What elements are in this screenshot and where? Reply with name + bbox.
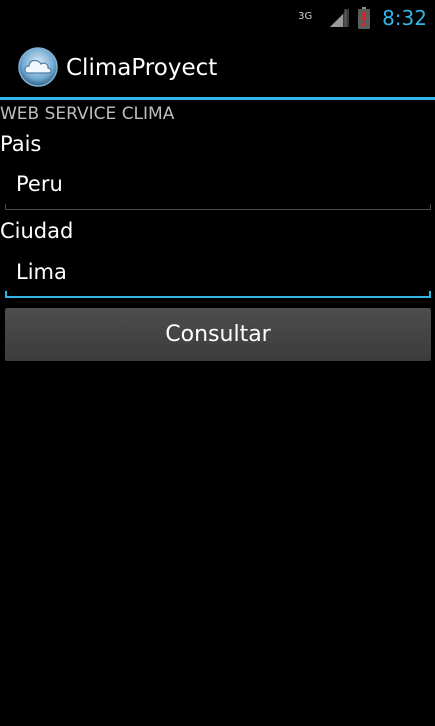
pais-input-edge-left: [5, 204, 6, 210]
battery-alert-icon: [358, 7, 371, 29]
ciudad-label: Ciudad: [0, 219, 74, 243]
ciudad-input-underline: [5, 296, 431, 298]
signal-indicator: 3G: [298, 6, 350, 30]
app-title: ClimaProyect: [66, 55, 218, 81]
action-bar-divider: [0, 97, 435, 100]
consultar-button[interactable]: Consultar: [5, 308, 431, 361]
ciudad-input[interactable]: Lima: [5, 254, 431, 298]
ciudad-input-edge-left: [5, 291, 7, 298]
ciudad-input-value[interactable]: Lima: [16, 260, 67, 284]
pais-input-edge-right: [430, 204, 431, 210]
pais-label: Pais: [0, 132, 42, 156]
status-clock: 8:32: [382, 6, 427, 30]
network-type-label: 3G: [298, 11, 313, 22]
pais-input-underline: [5, 209, 431, 210]
pais-input-value[interactable]: Peru: [16, 172, 63, 196]
cloud-icon[interactable]: [18, 47, 58, 87]
status-bar: 3G 8:32: [0, 0, 435, 36]
status-indicators: 3G 8:32: [298, 0, 427, 36]
action-bar: ClimaProyect: [0, 36, 435, 98]
ciudad-input-edge-right: [429, 291, 431, 298]
pais-input[interactable]: Peru: [5, 166, 431, 210]
signal-icon: [330, 8, 350, 27]
section-header: WEB SERVICE CLIMA: [0, 104, 175, 124]
